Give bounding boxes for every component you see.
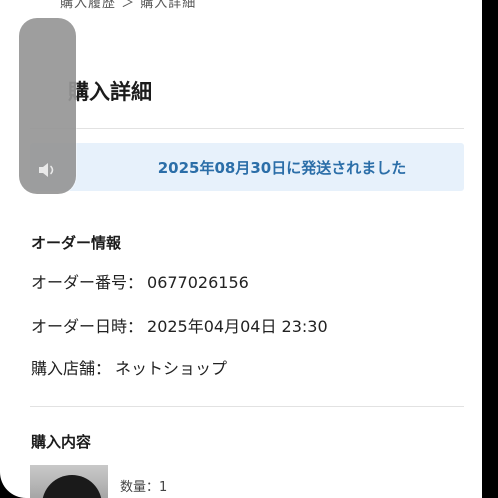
store-row: 購入店舗： ネットショップ — [31, 355, 227, 379]
store-label: 購入店舗： — [31, 359, 112, 378]
screen-edge — [482, 0, 498, 498]
order-number-label: オーダー番号： — [31, 273, 144, 292]
breadcrumb[interactable]: 購入履歴 ＞ 購入詳細 — [60, 0, 196, 11]
order-date-label: オーダー日時： — [31, 317, 144, 336]
divider — [30, 406, 464, 407]
shipping-status-banner: 2025年08月30日に発送されました — [30, 143, 464, 191]
purchase-contents-title: 購入内容 — [31, 433, 92, 451]
shipping-status-text: 2025年08月30日に発送されました — [157, 158, 407, 177]
store-value: ネットショップ — [115, 359, 228, 378]
order-date-value: 2025年04月04日 23:30 — [147, 317, 328, 336]
page-title: 購入詳細 — [68, 80, 152, 104]
product-thumbnail[interactable] — [30, 465, 108, 498]
speaker-icon — [39, 163, 54, 177]
order-number-row: オーダー番号： 0677026156 — [31, 269, 249, 293]
order-date-row: オーダー日時： 2025年04月04日 23:30 — [31, 313, 328, 337]
divider — [30, 128, 464, 129]
order-number-value: 0677026156 — [147, 273, 249, 292]
item-quantity: 数量：1 — [120, 480, 168, 495]
cap-image — [42, 475, 102, 498]
order-info-title: オーダー情報 — [31, 234, 122, 252]
screen: 購入履歴 ＞ 購入詳細 購入詳細 2025年08月30日に発送されました オーダ… — [0, 0, 498, 498]
volume-hud[interactable] — [19, 18, 76, 194]
